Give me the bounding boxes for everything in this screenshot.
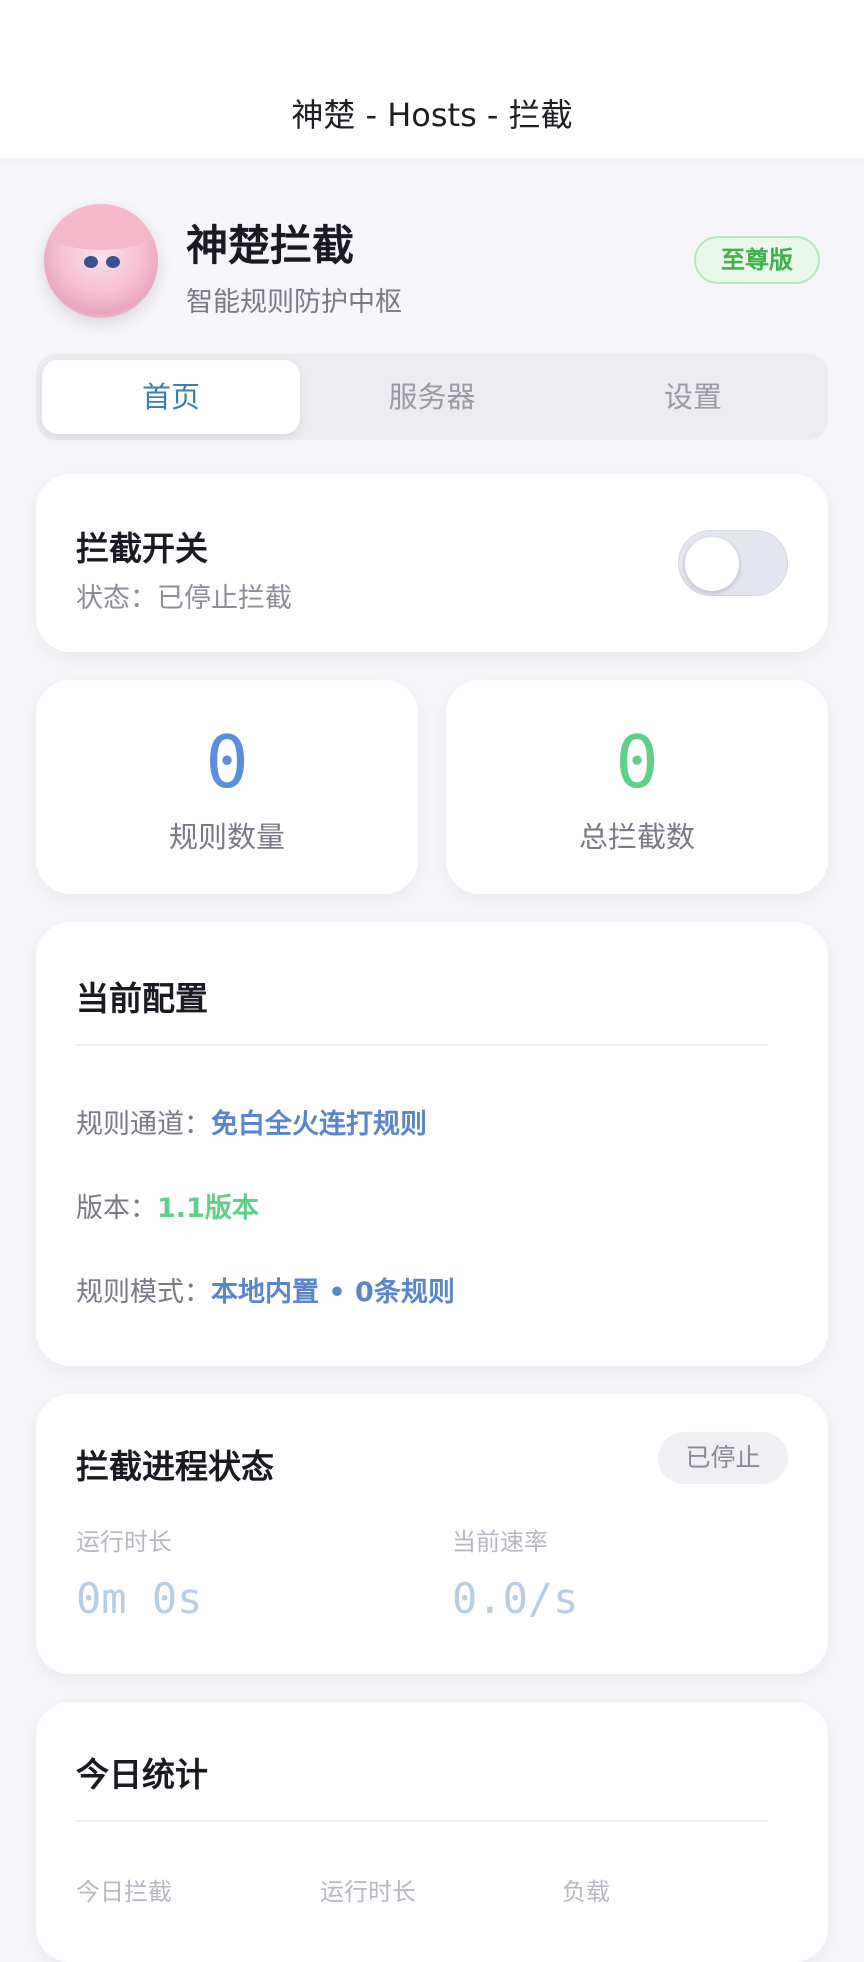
total-blocked-label: 总拦截数	[578, 820, 695, 854]
rule-count-label: 规则数量	[168, 820, 285, 854]
process-status-chip: 已停止	[658, 1432, 788, 1484]
avatar[interactable]	[44, 204, 158, 318]
rule-count-card: 0 规则数量	[36, 680, 418, 894]
tab-servers[interactable]: 服务器	[303, 360, 561, 434]
edition-badge: 至尊版	[694, 236, 820, 284]
config-key: 版本：	[76, 1193, 157, 1224]
rule-count-value: 0	[205, 720, 249, 804]
intercept-switch-card: 拦截开关 状态：已停止拦截	[36, 474, 828, 652]
config-title: 当前配置	[76, 979, 208, 1018]
avatar-eye-left	[84, 256, 98, 268]
today-blocked-label: 今日拦截	[76, 1878, 172, 1906]
config-row-channel: 规则通道：免白全火连打规则	[76, 1102, 427, 1141]
config-value: 1.1版本	[157, 1193, 259, 1224]
config-value: 本地内置 • 0条规则	[211, 1277, 455, 1308]
app-subtitle: 智能规则防护中枢	[186, 287, 402, 318]
today-runtime-label: 运行时长	[320, 1878, 416, 1906]
config-row-mode: 规则模式：本地内置 • 0条规则	[76, 1270, 455, 1309]
process-status-card: 拦截进程状态 已停止 运行时长 当前速率 0m 0s 0.0/s	[36, 1394, 828, 1674]
top-app-bar: 神楚 - Hosts - 拦截	[0, 0, 864, 158]
avatar-hair	[44, 204, 158, 250]
config-key: 规则模式：	[76, 1277, 211, 1308]
switch-status: 状态：已停止拦截	[76, 583, 292, 614]
app-bar-title: 神楚 - Hosts - 拦截	[291, 96, 573, 134]
app-name: 神楚拦截	[186, 221, 355, 270]
config-row-version: 版本：1.1版本	[76, 1186, 259, 1225]
total-blocked-value: 0	[615, 720, 659, 804]
intercept-toggle[interactable]	[678, 530, 788, 596]
rate-label: 当前速率	[452, 1528, 548, 1556]
avatar-eye-right	[106, 256, 120, 268]
today-divider	[76, 1820, 768, 1822]
tab-home[interactable]: 首页	[42, 360, 300, 434]
config-key: 规则通道：	[76, 1109, 211, 1140]
runtime-value: 0m 0s	[76, 1574, 203, 1623]
current-config-card: 当前配置 规则通道：免白全火连打规则 版本：1.1版本 规则模式：本地内置 • …	[36, 922, 828, 1366]
process-title: 拦截进程状态	[76, 1447, 274, 1486]
switch-title: 拦截开关	[76, 529, 208, 568]
rate-value: 0.0/s	[452, 1574, 579, 1623]
tab-settings[interactable]: 设置	[564, 360, 822, 434]
today-title: 今日统计	[76, 1755, 208, 1794]
total-blocked-card: 0 总拦截数	[446, 680, 828, 894]
tab-bar: 首页 服务器 设置	[36, 354, 828, 440]
today-stats-card: 今日统计 今日拦截 运行时长 负载	[36, 1702, 828, 1962]
config-value: 免白全火连打规则	[211, 1109, 427, 1140]
today-load-label: 负载	[562, 1878, 610, 1906]
profile-header: 神楚拦截 智能规则防护中枢 至尊版	[44, 204, 820, 320]
runtime-label: 运行时长	[76, 1528, 172, 1556]
config-divider	[76, 1044, 768, 1046]
toggle-knob	[685, 537, 739, 591]
